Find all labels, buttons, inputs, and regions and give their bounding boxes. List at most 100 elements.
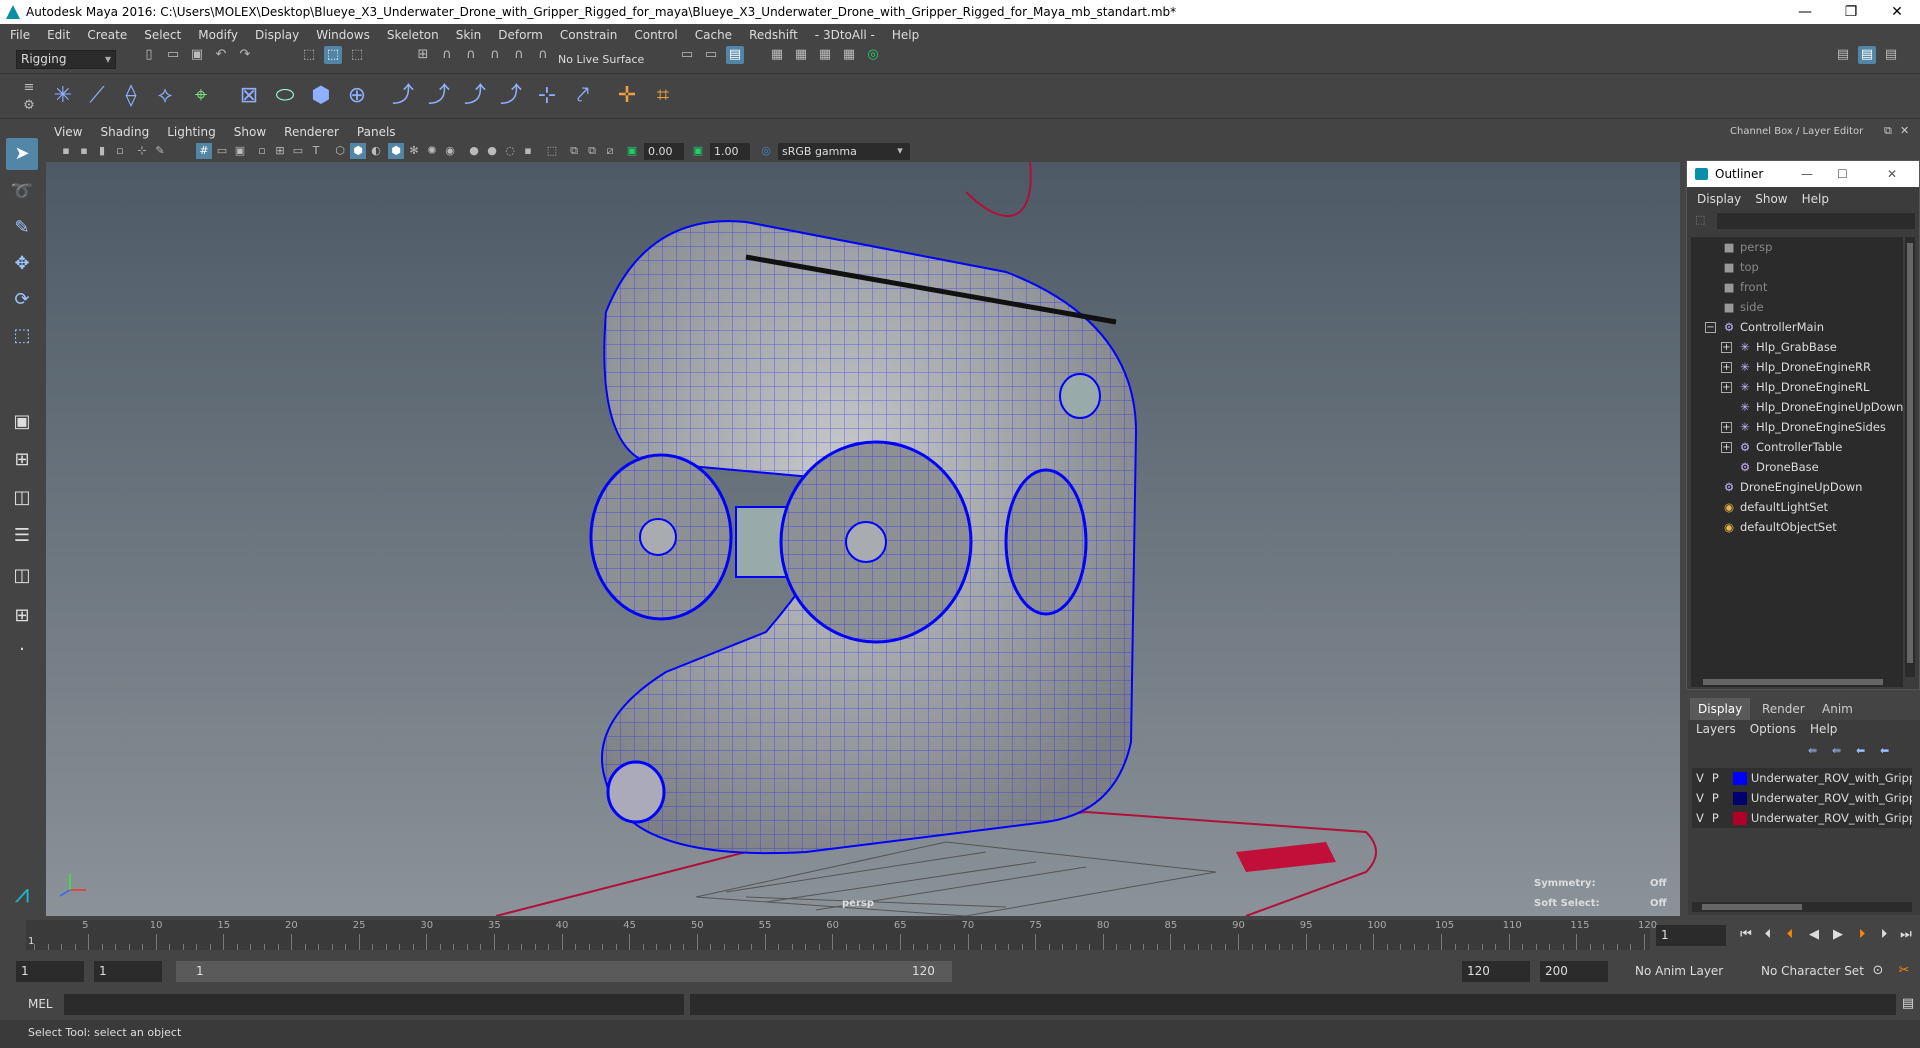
script-editor-icon[interactable]: ▤ bbox=[1898, 994, 1918, 1014]
tab-render[interactable]: Render bbox=[1754, 698, 1813, 720]
outliner-menu-help[interactable]: Help bbox=[1802, 192, 1829, 206]
dock-close-icon[interactable]: ✕ bbox=[1900, 124, 1909, 137]
select-hierarchy-icon[interactable]: ⬚ bbox=[300, 46, 318, 64]
expand-icon[interactable]: + bbox=[1721, 442, 1732, 453]
output-ops-icon[interactable]: ▭ bbox=[702, 46, 720, 64]
camera-select-icon[interactable]: ▪ bbox=[58, 143, 74, 159]
interactive-bind-icon[interactable]: ⤴ bbox=[496, 81, 526, 111]
new-empty-layer-icon[interactable]: ⬅ bbox=[1856, 744, 1865, 757]
hypershade-icon[interactable]: ◎ bbox=[864, 46, 882, 64]
render-settings-icon[interactable]: ▦ bbox=[840, 46, 858, 64]
move-layer-up-icon[interactable]: ⇚ bbox=[1808, 744, 1817, 757]
panel-menu-lighting[interactable]: Lighting bbox=[167, 125, 216, 139]
range-slider[interactable]: 1 120 bbox=[176, 961, 952, 982]
outliner-item[interactable]: ⚙ DroneEngineUpDown bbox=[1705, 477, 1863, 497]
menu-set-dropdown[interactable]: Rigging bbox=[16, 50, 116, 69]
layer-menu-layers[interactable]: Layers bbox=[1696, 722, 1736, 736]
layer-playback-toggle[interactable]: P bbox=[1712, 771, 1719, 785]
resolution-gate-icon[interactable]: ▣ bbox=[232, 143, 248, 159]
depth-of-field-icon[interactable]: ▪ bbox=[520, 143, 536, 159]
anim-layer-dropdown[interactable]: No Anim Layer bbox=[1630, 961, 1740, 982]
xray-icon[interactable]: ⧉ bbox=[566, 143, 582, 159]
perspective-viewport[interactable]: persp Symmetry: Off Soft Select: Off bbox=[46, 162, 1680, 916]
animation-end-field[interactable]: 200 bbox=[1540, 961, 1608, 982]
field-chart-icon[interactable]: ⊞ bbox=[272, 143, 288, 159]
outliner-item[interactable]: + ✳ Hlp_DroneEngineRL bbox=[1721, 377, 1869, 397]
display-layer-row[interactable]: V P Underwater_ROV_with_Gripper bbox=[1692, 808, 1912, 828]
outliner-item[interactable]: ■ front bbox=[1705, 277, 1768, 297]
outliner-minimize-button[interactable]: — bbox=[1801, 161, 1813, 187]
select-object-icon[interactable]: ⬚ bbox=[324, 46, 342, 64]
panel-menu-view[interactable]: View bbox=[54, 125, 82, 139]
outliner-item[interactable]: ◉ defaultObjectSet bbox=[1705, 517, 1837, 537]
layer-color-swatch[interactable] bbox=[1732, 812, 1747, 825]
outliner-close-button[interactable]: ✕ bbox=[1887, 161, 1897, 187]
collapse-icon[interactable]: − bbox=[1705, 322, 1716, 333]
time-slider[interactable]: 5 10 15 20 25 30 35 40 45 50 55 60 65 70 75 80 85 90 95 100… bbox=[26, 920, 1657, 950]
maximize-button[interactable]: ❐ bbox=[1828, 0, 1874, 24]
isolate-select-icon[interactable]: ⬚ bbox=[544, 143, 560, 159]
snap-surface-icon[interactable]: ∩ bbox=[510, 46, 528, 64]
grid-toggle-icon[interactable]: # bbox=[196, 143, 212, 159]
gamma-icon[interactable]: ▣ bbox=[690, 143, 706, 159]
expand-icon[interactable]: + bbox=[1721, 422, 1732, 433]
lattice-icon[interactable]: ⬭ bbox=[270, 81, 300, 111]
default-material-icon[interactable]: ◐ bbox=[368, 143, 384, 159]
outliner-menu-show[interactable]: Show bbox=[1755, 192, 1787, 206]
snap-curve-icon[interactable]: ∩ bbox=[438, 46, 456, 64]
menu-modify[interactable]: Modify bbox=[198, 28, 238, 42]
scale-tool-icon[interactable]: ⬚ bbox=[6, 320, 38, 352]
layer-color-swatch[interactable] bbox=[1732, 772, 1747, 785]
playback-start-field[interactable]: 1 bbox=[94, 961, 162, 982]
constraint-point-icon[interactable]: ✛ bbox=[612, 81, 642, 111]
go-to-start-icon[interactable]: ⏮ bbox=[1736, 925, 1756, 945]
outliner-item[interactable]: + ✳ Hlp_DroneEngineSides bbox=[1721, 417, 1886, 437]
two-pane-layout-icon[interactable]: ◫ bbox=[6, 482, 38, 514]
outliner-item[interactable]: ■ persp bbox=[1705, 237, 1773, 257]
paint-weights-icon[interactable]: ⤴ bbox=[460, 81, 490, 111]
menu-display[interactable]: Display bbox=[255, 28, 299, 42]
panel-menu-show[interactable]: Show bbox=[234, 125, 266, 139]
construction-history-icon[interactable]: ▤ bbox=[726, 46, 744, 64]
expand-icon[interactable]: + bbox=[1721, 362, 1732, 373]
expand-icon[interactable]: + bbox=[1721, 342, 1732, 353]
panel-menu-renderer[interactable]: Renderer bbox=[284, 125, 339, 139]
menu-help[interactable]: Help bbox=[892, 28, 919, 42]
hik-icon[interactable]: ⊹ bbox=[532, 81, 562, 111]
outliner-item[interactable]: + ⚙ ControllerTable bbox=[1721, 437, 1842, 457]
menu-windows[interactable]: Windows bbox=[316, 28, 370, 42]
step-forward-frame-icon[interactable]: ⏵ bbox=[1874, 925, 1894, 945]
outliner-maximize-button[interactable]: ☐ bbox=[1837, 161, 1848, 187]
joint-tool-icon[interactable]: ✳ bbox=[48, 81, 78, 111]
tab-display[interactable]: Display bbox=[1690, 698, 1751, 720]
open-scene-icon[interactable]: ▭ bbox=[164, 46, 182, 64]
move-layer-down-icon[interactable]: ⇚ bbox=[1832, 744, 1841, 757]
character-set-dropdown[interactable]: No Character Set bbox=[1756, 961, 1876, 982]
command-input[interactable] bbox=[64, 994, 684, 1015]
outliner-item[interactable]: ✳ Hlp_DroneEngineUpDown bbox=[1721, 397, 1903, 417]
display-layer-row[interactable]: V P Underwater_ROV_with_Gripper bbox=[1692, 768, 1912, 788]
snap-grid-icon[interactable]: ⊞ bbox=[414, 46, 432, 64]
gamma-field[interactable]: 1.00 bbox=[710, 143, 750, 160]
select-component-icon[interactable]: ⬚ bbox=[348, 46, 366, 64]
lasso-tool-icon[interactable]: ➰ bbox=[6, 176, 38, 208]
select-tool-icon[interactable]: ➤ bbox=[6, 138, 38, 170]
undo-icon[interactable]: ↶ bbox=[212, 46, 230, 64]
step-back-frame-icon[interactable]: ⏴ bbox=[1758, 925, 1778, 945]
tab-anim[interactable]: Anim bbox=[1814, 698, 1861, 720]
menu-deform[interactable]: Deform bbox=[498, 28, 543, 42]
outliner-item[interactable]: + ✳ Hlp_GrabBase bbox=[1721, 337, 1837, 357]
new-layer-selected-icon[interactable]: ⬅ bbox=[1880, 744, 1889, 757]
outliner-item[interactable]: ■ top bbox=[1705, 257, 1759, 277]
paint-select-icon[interactable]: ✎ bbox=[6, 212, 38, 244]
wrap-deformer-icon[interactable]: ⬢ bbox=[306, 81, 336, 111]
menu-file[interactable]: File bbox=[10, 28, 30, 42]
modeling-toolkit-icon[interactable]: ▤ bbox=[1834, 46, 1852, 64]
menu-redshift[interactable]: Redshift bbox=[749, 28, 798, 42]
attribute-editor-icon[interactable]: ▤ bbox=[1858, 46, 1876, 64]
input-ops-icon[interactable]: ▭ bbox=[678, 46, 696, 64]
menu-constrain[interactable]: Constrain bbox=[560, 28, 618, 42]
textured-icon[interactable]: ✻ bbox=[406, 143, 422, 159]
layer-hscrollbar[interactable] bbox=[1692, 902, 1912, 912]
layer-visibility-toggle[interactable]: V bbox=[1696, 791, 1704, 805]
